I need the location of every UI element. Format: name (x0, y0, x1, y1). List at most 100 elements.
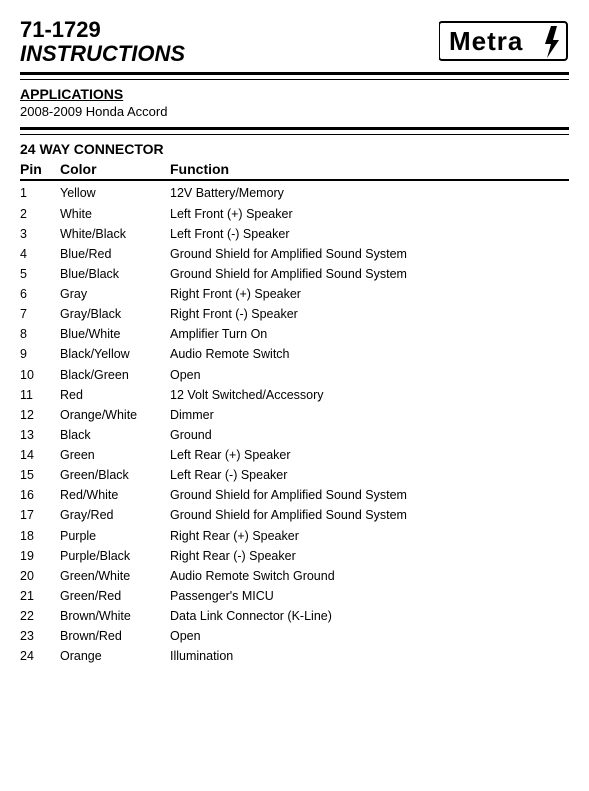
title-block: 71-1729 INSTRUCTIONS (20, 18, 185, 66)
cell-function: Right Rear (-) Speaker (170, 547, 569, 565)
cell-pin: 11 (20, 386, 60, 404)
section-divider-bottom (20, 134, 569, 135)
table-row: 1Yellow12V Battery/Memory (20, 183, 569, 203)
table-row: 6GrayRight Front (+) Speaker (20, 284, 569, 304)
header-divider-bottom (20, 79, 569, 80)
cell-function: Dimmer (170, 406, 569, 424)
cell-pin: 3 (20, 225, 60, 243)
cell-pin: 13 (20, 426, 60, 444)
logo-box: Metra (439, 18, 569, 66)
table-row: 23Brown/RedOpen (20, 626, 569, 646)
table-row: 11Red12 Volt Switched/Accessory (20, 385, 569, 405)
table-body: 1Yellow12V Battery/Memory2WhiteLeft Fron… (20, 183, 569, 666)
cell-function: Audio Remote Switch (170, 345, 569, 363)
header: 71-1729 INSTRUCTIONS Metra (20, 18, 569, 66)
cell-function: Left Front (+) Speaker (170, 205, 569, 223)
table-row: 7Gray/BlackRight Front (-) Speaker (20, 304, 569, 324)
table-row: 15Green/BlackLeft Rear (-) Speaker (20, 465, 569, 485)
cell-pin: 16 (20, 486, 60, 504)
cell-function: 12 Volt Switched/Accessory (170, 386, 569, 404)
cell-pin: 6 (20, 285, 60, 303)
cell-function: Ground Shield for Amplified Sound System (170, 486, 569, 504)
cell-color: White (60, 205, 170, 223)
page: 71-1729 INSTRUCTIONS Metra APPLICATIONS … (0, 0, 589, 684)
cell-function: Passenger's MICU (170, 587, 569, 605)
connector-label: 24 WAY CONNECTOR (20, 141, 569, 157)
cell-function: Ground Shield for Amplified Sound System (170, 265, 569, 283)
connector-section: 24 WAY CONNECTOR Pin Color Function 1Yel… (20, 141, 569, 666)
cell-function: Right Front (+) Speaker (170, 285, 569, 303)
table-row: 5Blue/BlackGround Shield for Amplified S… (20, 264, 569, 284)
table-row: 12Orange/WhiteDimmer (20, 405, 569, 425)
table-row: 22Brown/WhiteData Link Connector (K-Line… (20, 606, 569, 626)
cell-pin: 12 (20, 406, 60, 424)
cell-color: Blue/White (60, 325, 170, 343)
part-number: 71-1729 (20, 18, 185, 42)
table-row: 19Purple/BlackRight Rear (-) Speaker (20, 546, 569, 566)
cell-pin: 1 (20, 184, 60, 202)
table-row: 13BlackGround (20, 425, 569, 445)
table-row: 2WhiteLeft Front (+) Speaker (20, 204, 569, 224)
cell-pin: 14 (20, 446, 60, 464)
cell-color: White/Black (60, 225, 170, 243)
table-row: 18PurpleRight Rear (+) Speaker (20, 526, 569, 546)
cell-function: Left Front (-) Speaker (170, 225, 569, 243)
cell-function: Left Rear (-) Speaker (170, 466, 569, 484)
cell-function: Illumination (170, 647, 569, 665)
cell-function: Data Link Connector (K-Line) (170, 607, 569, 625)
cell-color: Red (60, 386, 170, 404)
cell-color: Green/Red (60, 587, 170, 605)
cell-pin: 5 (20, 265, 60, 283)
cell-pin: 17 (20, 506, 60, 524)
cell-color: Red/White (60, 486, 170, 504)
header-color: Color (60, 161, 170, 177)
cell-color: Yellow (60, 184, 170, 202)
cell-pin: 21 (20, 587, 60, 605)
table-row: 20Green/WhiteAudio Remote Switch Ground (20, 566, 569, 586)
cell-pin: 23 (20, 627, 60, 645)
header-function: Function (170, 161, 569, 177)
metra-logo: Metra (439, 18, 569, 66)
cell-pin: 8 (20, 325, 60, 343)
cell-color: Gray (60, 285, 170, 303)
cell-pin: 7 (20, 305, 60, 323)
cell-color: Gray/Red (60, 506, 170, 524)
cell-color: Orange (60, 647, 170, 665)
cell-color: Green/White (60, 567, 170, 585)
cell-function: 12V Battery/Memory (170, 184, 569, 202)
table-row: 3White/BlackLeft Front (-) Speaker (20, 224, 569, 244)
cell-function: Audio Remote Switch Ground (170, 567, 569, 585)
cell-color: Black/Yellow (60, 345, 170, 363)
cell-pin: 22 (20, 607, 60, 625)
cell-color: Brown/Red (60, 627, 170, 645)
header-pin: Pin (20, 161, 60, 177)
cell-pin: 2 (20, 205, 60, 223)
applications-vehicle: 2008-2009 Honda Accord (20, 104, 569, 119)
cell-color: Blue/Black (60, 265, 170, 283)
cell-function: Left Rear (+) Speaker (170, 446, 569, 464)
table-row: 16Red/WhiteGround Shield for Amplified S… (20, 485, 569, 505)
cell-color: Purple/Black (60, 547, 170, 565)
table-header: Pin Color Function (20, 159, 569, 181)
cell-function: Ground Shield for Amplified Sound System (170, 245, 569, 263)
cell-pin: 18 (20, 527, 60, 545)
cell-pin: 20 (20, 567, 60, 585)
applications-label: APPLICATIONS (20, 86, 569, 102)
cell-function: Open (170, 627, 569, 645)
cell-color: Green/Black (60, 466, 170, 484)
table-row: 4Blue/RedGround Shield for Amplified Sou… (20, 244, 569, 264)
table-row: 17Gray/RedGround Shield for Amplified So… (20, 505, 569, 525)
cell-color: Purple (60, 527, 170, 545)
cell-function: Ground (170, 426, 569, 444)
header-divider-top (20, 72, 569, 75)
cell-color: Black/Green (60, 366, 170, 384)
cell-function: Open (170, 366, 569, 384)
cell-pin: 24 (20, 647, 60, 665)
cell-color: Brown/White (60, 607, 170, 625)
table-row: 21Green/RedPassenger's MICU (20, 586, 569, 606)
cell-pin: 9 (20, 345, 60, 363)
cell-color: Gray/Black (60, 305, 170, 323)
instructions-title: INSTRUCTIONS (20, 42, 185, 66)
cell-color: Orange/White (60, 406, 170, 424)
cell-function: Amplifier Turn On (170, 325, 569, 343)
